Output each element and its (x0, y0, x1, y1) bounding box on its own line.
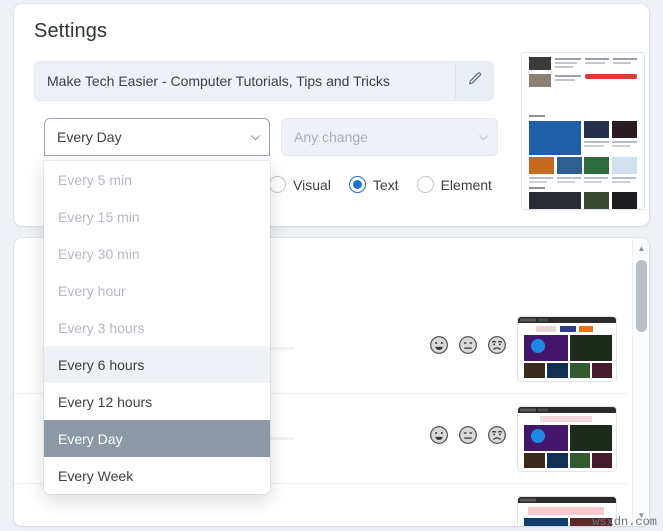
radio-text-dot (348, 176, 366, 193)
radio-element[interactable]: Element (416, 176, 492, 193)
radio-element-dot (416, 176, 434, 193)
list-scrollbar[interactable]: ▲ ▼ (632, 238, 649, 526)
mode-radio-group: Visual Text Element (269, 176, 504, 193)
neutral-face-icon[interactable] (458, 425, 478, 445)
page-thumbnail[interactable] (517, 406, 617, 472)
sad-face-icon[interactable] (487, 425, 507, 445)
settings-card: Settings Make Tech Easier - Computer Tut… (14, 4, 649, 494)
dropdown-option: Every 30 min (58, 245, 140, 262)
page-thumbnail[interactable] (517, 316, 617, 382)
dropdown-option: Every 5 min (58, 171, 132, 188)
watch-title-value: Make Tech Easier - Computer Tutorials, T… (47, 73, 390, 89)
edit-title-button[interactable] (455, 62, 493, 100)
change-type-select[interactable]: Any change (281, 118, 498, 156)
radio-visual-dot (269, 176, 286, 193)
radio-visual[interactable]: Visual (269, 176, 331, 193)
page-title: Settings (34, 20, 108, 42)
radio-visual-label: Visual (293, 176, 331, 193)
frequency-select-value: Every Day (57, 129, 122, 145)
thumbnail-render (518, 407, 616, 471)
frequency-select[interactable]: Every Day (44, 118, 270, 156)
scroll-up-arrow[interactable]: ▲ (633, 240, 649, 257)
thumbnail-render (518, 317, 616, 381)
radio-text-label: Text (372, 176, 399, 193)
rating-faces (429, 425, 507, 445)
dropdown-option[interactable]: Every 12 hours (44, 383, 270, 420)
frequency-dropdown-menu[interactable]: Every 5 min Every 15 min Every 30 min Ev… (44, 161, 270, 494)
watermark: wsxdn.com (592, 515, 657, 529)
watch-title-field[interactable]: Make Tech Easier - Computer Tutorials, T… (34, 61, 494, 101)
radio-text[interactable]: Text (348, 176, 399, 193)
dropdown-option: Every 3 hours (58, 319, 145, 336)
happy-face-icon[interactable] (429, 425, 449, 445)
pencil-icon (467, 71, 483, 92)
chevron-down-icon (469, 131, 497, 144)
change-type-placeholder: Any change (294, 129, 368, 145)
dropdown-option: Every 15 min (58, 208, 140, 225)
dropdown-option[interactable]: Every Week (44, 457, 270, 494)
dropdown-option: Every hour (58, 282, 126, 299)
preview-render (522, 53, 644, 209)
sad-face-icon[interactable] (487, 335, 507, 355)
dropdown-option-selected[interactable]: Every Day (44, 420, 270, 457)
happy-face-icon[interactable] (429, 335, 449, 355)
scrollbar-thumb[interactable] (636, 260, 647, 332)
rating-faces (429, 335, 507, 355)
neutral-face-icon[interactable] (458, 335, 478, 355)
dropdown-option[interactable]: Every 6 hours (44, 346, 270, 383)
chevron-down-icon (241, 131, 269, 144)
website-preview-thumbnail[interactable] (521, 52, 645, 210)
radio-element-label: Element (440, 176, 492, 193)
